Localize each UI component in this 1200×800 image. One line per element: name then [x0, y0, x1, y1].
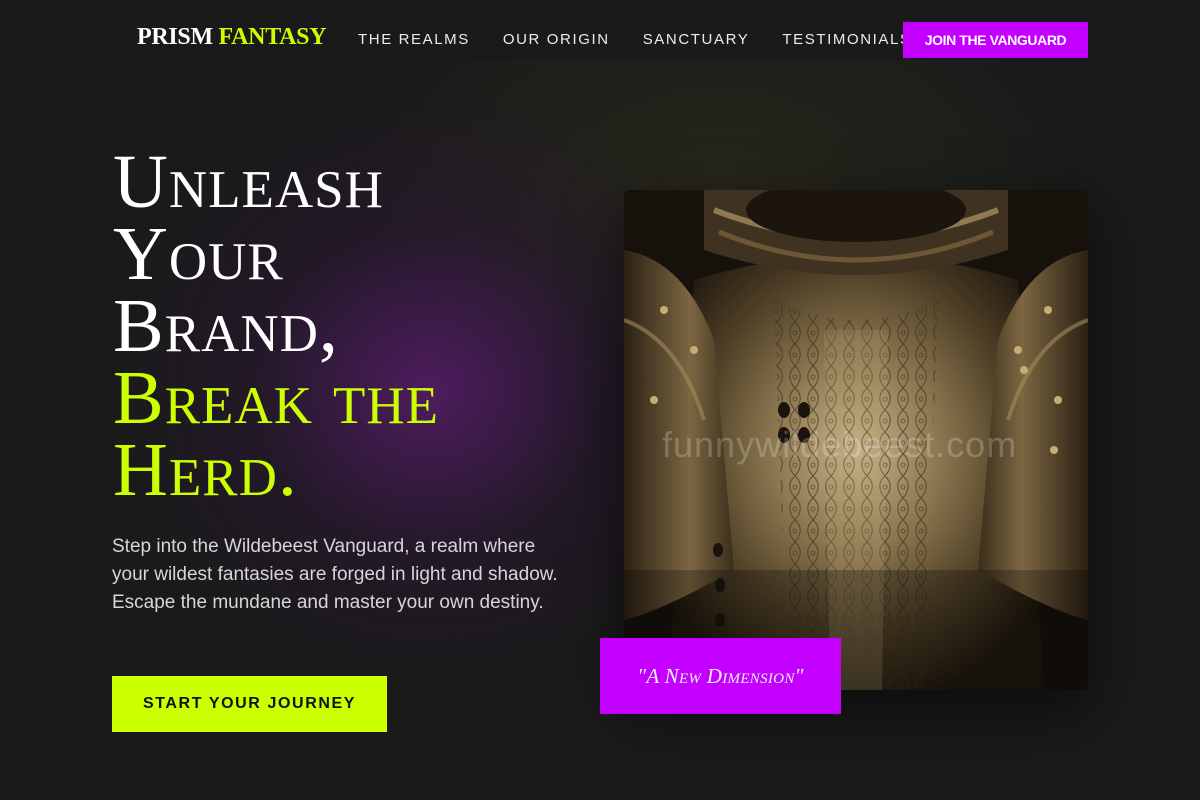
join-vanguard-button[interactable]: JOIN THE VANGUARD	[903, 22, 1088, 58]
headline-line: Your	[113, 212, 284, 296]
image-watermark: funnywildebeest.com	[662, 424, 1018, 465]
nav-links: THE REALMS OUR ORIGIN SANCTUARY TESTIMON…	[358, 31, 945, 48]
nav-link-testimonials[interactable]: TESTIMONIALS	[782, 31, 911, 48]
headline-line-accent: Herd.	[113, 428, 298, 512]
headline-line: Brand,	[113, 284, 339, 368]
logo-word-prism: PRISM	[137, 24, 213, 50]
headline-line-accent: Break the	[113, 356, 439, 440]
hero-headline: Unleash Your Brand, Break the Herd.	[113, 140, 583, 512]
nav-link-our-origin[interactable]: OUR ORIGIN	[503, 31, 610, 48]
logo-word-fantasy: FANTASY	[218, 24, 327, 50]
brand-logo[interactable]: PRISM FANTASY	[137, 24, 327, 51]
top-navigation: PRISM FANTASY THE REALMS OUR ORIGIN SANC…	[0, 0, 1200, 78]
image-caption-badge: "A New Dimension"	[600, 638, 841, 714]
nav-link-the-realms[interactable]: THE REALMS	[358, 31, 470, 48]
start-journey-button[interactable]: START YOUR JOURNEY	[112, 676, 387, 732]
nav-link-sanctuary[interactable]: SANCTUARY	[643, 31, 750, 48]
headline-line: Unleash	[113, 140, 384, 224]
hero-description: Step into the Wildebeest Vanguard, a rea…	[112, 536, 558, 613]
